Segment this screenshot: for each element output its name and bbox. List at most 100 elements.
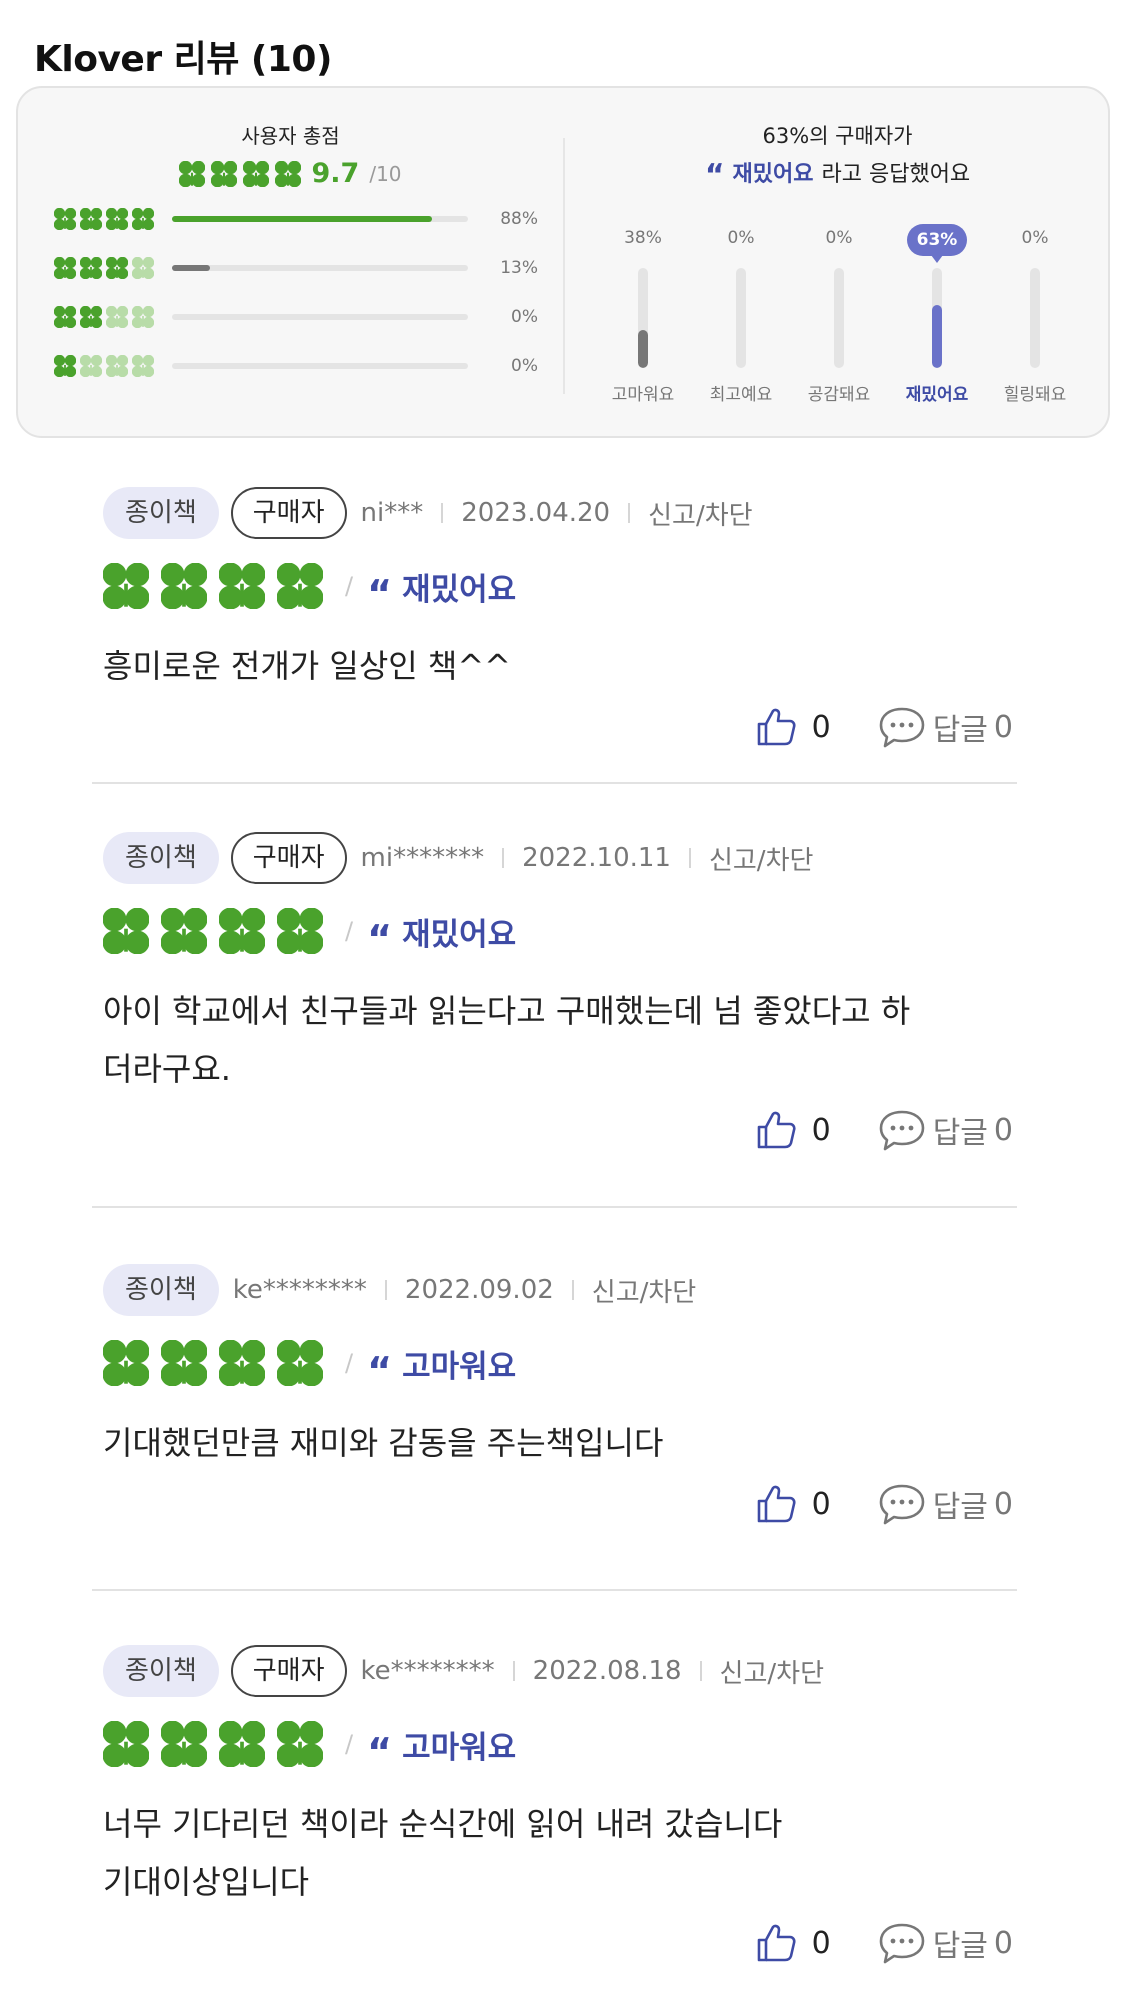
- comment-bubble-icon: [879, 1923, 925, 1964]
- rating-distribution-row: 13%: [54, 257, 538, 279]
- top-emotion-name: 재밌어요: [732, 162, 814, 187]
- rating-separator: /: [345, 1349, 354, 1377]
- review-text: 아이 학교에서 친구들과 읽는다고 구매했는데 넘 좋았다고 하 더라구요.: [103, 992, 911, 1088]
- reply-count: 0: [993, 1112, 1013, 1148]
- clover-icon: [132, 208, 154, 230]
- review-actions: 0 답글 0: [754, 703, 1013, 751]
- reviewer-id: ke********: [232, 1275, 367, 1305]
- distribution-clovers: [54, 257, 158, 279]
- reply-button[interactable]: 답글 0: [877, 1482, 1013, 1526]
- reply-count: 0: [993, 1925, 1013, 1961]
- clover-icon: [103, 1721, 149, 1767]
- emotion-bar: [1030, 268, 1040, 368]
- emotion-summary-title: 63%의 구매자가: [762, 124, 913, 148]
- clover-icon: [132, 355, 154, 377]
- clover-icon: [132, 306, 154, 328]
- review-meta: 종이책 구매자 ni*** 2023.04.20 신고/차단: [103, 487, 753, 539]
- like-count: 0: [811, 1486, 831, 1522]
- clover-icon: [161, 908, 207, 954]
- clover-icon: [161, 1340, 207, 1386]
- score-value: 9.7: [311, 158, 360, 189]
- distribution-percent: 0%: [511, 356, 538, 376]
- format-badge: 종이책: [103, 1645, 219, 1697]
- review-divider: [92, 782, 1017, 784]
- review-meta: 종이책 구매자 ke******** 2022.08.18 신고/차단: [103, 1645, 824, 1697]
- like-button[interactable]: 0: [754, 705, 831, 749]
- report-block-link[interactable]: 신고/차단: [592, 1272, 696, 1309]
- like-button[interactable]: 0: [754, 1482, 831, 1526]
- distribution-percent: 0%: [511, 307, 538, 327]
- rating-separator: /: [345, 1730, 354, 1758]
- reply-label: 답글: [932, 1490, 988, 1525]
- format-badge: 종이책: [103, 487, 219, 539]
- review-meta: 종이책 ke******** 2022.09.02 신고/차단: [103, 1264, 696, 1316]
- meta-separator: [699, 1661, 702, 1681]
- emotion-bar: [638, 268, 648, 368]
- clover-icon: [161, 563, 207, 609]
- review-date: 2023.04.20: [461, 498, 611, 528]
- reply-count: 0: [993, 1486, 1013, 1522]
- emotion-percent: 0%: [1021, 228, 1049, 248]
- clover-icon: [103, 1340, 149, 1386]
- review-actions: 0 답글 0: [754, 1106, 1013, 1154]
- clover-icon: [277, 1721, 323, 1767]
- clover-icon: [106, 306, 128, 328]
- format-badge: 종이책: [103, 1264, 219, 1316]
- clover-icon: [106, 208, 128, 230]
- reviewer-id: ke********: [360, 1656, 495, 1686]
- reply-count: 0: [993, 709, 1013, 745]
- report-block-link[interactable]: 신고/차단: [709, 840, 813, 877]
- buyer-badge: 구매자: [230, 832, 347, 884]
- clover-icon: [277, 1340, 323, 1386]
- quote-icon: “: [367, 917, 393, 961]
- review-item: 종이책 ke******** 2022.09.02 신고/차단 / “ 고마워요…: [103, 1264, 1013, 1562]
- clover-icon: [54, 306, 76, 328]
- rating-clovers: [103, 563, 323, 609]
- like-button[interactable]: 0: [754, 1108, 831, 1152]
- emotion-percent: 0%: [825, 228, 853, 248]
- like-count: 0: [811, 709, 831, 745]
- clover-icon: [80, 257, 102, 279]
- distribution-clovers: [54, 355, 158, 377]
- emotion-label: 힐링돼요: [1003, 385, 1067, 405]
- emotion-bar-fill: [932, 305, 942, 368]
- clover-icon: [103, 908, 149, 954]
- review-text: 너무 기다리던 책이라 순식간에 읽어 내려 갔습니다 기대이상입니다: [103, 1805, 783, 1901]
- clover-icon: [54, 208, 76, 230]
- clover-icon: [161, 1721, 207, 1767]
- rating-distribution-row: 0%: [54, 306, 538, 328]
- emotion-percent: 0%: [727, 228, 755, 248]
- review-item: 종이책 구매자 mi******* 2022.10.11 신고/차단 / “ 재…: [103, 832, 1013, 1188]
- like-count: 0: [811, 1112, 831, 1148]
- thumbs-up-icon: [757, 708, 796, 746]
- meta-separator: [571, 1280, 574, 1300]
- rating-summary-panel: 사용자 총점 9.7 /10 88% 13% 0% 0% 63%의 구매자가 “…: [16, 86, 1110, 438]
- report-block-link[interactable]: 신고/차단: [720, 1653, 824, 1690]
- reply-label: 답글: [932, 713, 988, 748]
- comment-bubble-icon: [879, 1110, 925, 1151]
- thumbs-up-icon: [757, 1924, 796, 1962]
- review-rating: / “ 재밌어요: [103, 908, 516, 958]
- review-divider: [92, 1206, 1017, 1208]
- distribution-bar: [172, 363, 468, 369]
- reply-button[interactable]: 답글 0: [877, 705, 1013, 749]
- meta-separator: [628, 503, 631, 523]
- distribution-percent: 88%: [500, 209, 538, 229]
- reply-label: 답글: [932, 1116, 988, 1151]
- emotion-percent: 38%: [624, 228, 662, 248]
- review-rating: / “ 고마워요: [103, 1721, 516, 1771]
- thumbs-up-icon: [757, 1485, 796, 1523]
- reply-label: 답글: [932, 1929, 988, 1964]
- rating-clovers: [103, 1340, 323, 1386]
- reply-button[interactable]: 답글 0: [877, 1108, 1013, 1152]
- emotion-label: 최고예요: [709, 385, 773, 405]
- meta-separator: [502, 848, 505, 868]
- like-button[interactable]: 0: [754, 1921, 831, 1965]
- score-clovers: [179, 160, 302, 187]
- clover-icon: [179, 160, 206, 187]
- review-divider: [92, 1589, 1017, 1591]
- report-block-link[interactable]: 신고/차단: [648, 495, 752, 532]
- emotion-bar: [834, 268, 844, 368]
- rating-separator: /: [345, 572, 354, 600]
- reply-button[interactable]: 답글 0: [877, 1921, 1013, 1965]
